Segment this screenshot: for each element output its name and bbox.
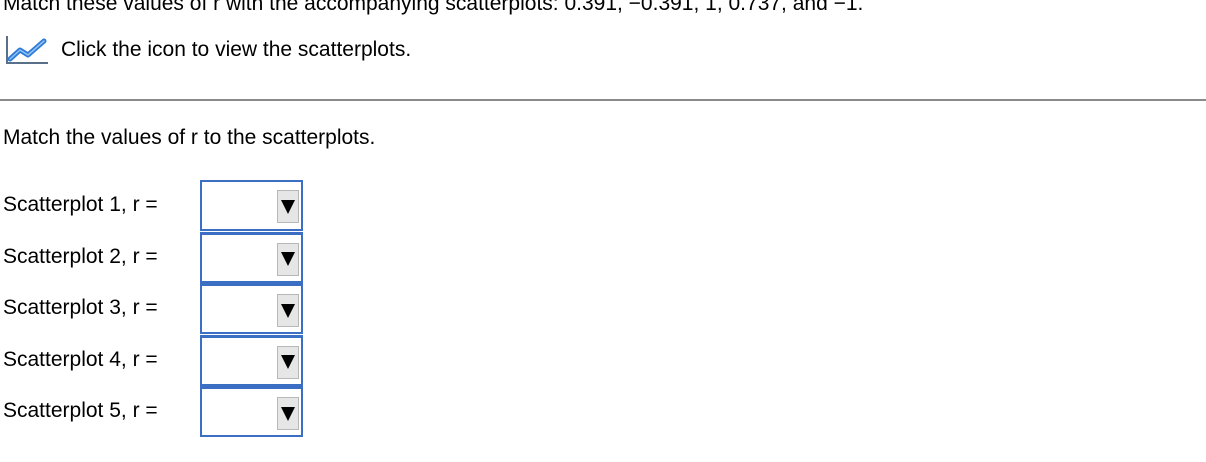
scatterplot-3-label: Scatterplot 3, r = bbox=[3, 296, 158, 319]
dropdown-arrow-button[interactable] bbox=[277, 397, 299, 430]
dropdown-arrow-button[interactable] bbox=[277, 190, 299, 223]
triangle-down-icon bbox=[281, 355, 295, 369]
scatterplot-1-label: Scatterplot 1, r = bbox=[3, 193, 158, 216]
triangle-down-icon bbox=[281, 199, 295, 214]
section-divider bbox=[0, 99, 1206, 101]
scatterplot-2-select[interactable] bbox=[200, 231, 303, 283]
match-rows: Scatterplot 1, r = Scatterplot 2, r = Sc… bbox=[0, 180, 320, 438]
triangle-down-icon bbox=[281, 406, 295, 421]
match-row-5: Scatterplot 5, r = bbox=[0, 386, 320, 438]
answer-instruction: Match the values of r to the scatterplot… bbox=[3, 126, 376, 149]
scatterplot-5-label: Scatterplot 5, r = bbox=[3, 399, 158, 422]
scatterplot-2-label: Scatterplot 2, r = bbox=[3, 244, 158, 268]
scatterplot-3-select[interactable] bbox=[200, 283, 303, 334]
view-scatterplots-text[interactable]: Click the icon to view the scatterplots. bbox=[61, 37, 411, 63]
scatterplot-4-select[interactable] bbox=[200, 334, 303, 386]
scatterplot-5-select[interactable] bbox=[200, 386, 303, 437]
chart-line-icon[interactable] bbox=[4, 34, 50, 66]
triangle-down-icon bbox=[281, 303, 295, 318]
scatterplot-link-row: Click the icon to view the scatterplots. bbox=[4, 33, 411, 67]
dropdown-arrow-button[interactable] bbox=[277, 242, 299, 276]
dropdown-arrow-button[interactable] bbox=[277, 345, 299, 379]
scatterplot-1-select[interactable] bbox=[200, 180, 303, 231]
question-prompt: Match these values of r with the accompa… bbox=[3, 0, 864, 15]
match-row-3: Scatterplot 3, r = bbox=[0, 283, 320, 335]
scatterplot-4-label: Scatterplot 4, r = bbox=[3, 347, 158, 371]
dropdown-arrow-button[interactable] bbox=[277, 294, 299, 327]
match-row-4: Scatterplot 4, r = bbox=[0, 334, 320, 387]
triangle-down-icon bbox=[281, 252, 295, 266]
match-row-1: Scatterplot 1, r = bbox=[0, 180, 320, 232]
match-row-2: Scatterplot 2, r = bbox=[0, 231, 320, 284]
